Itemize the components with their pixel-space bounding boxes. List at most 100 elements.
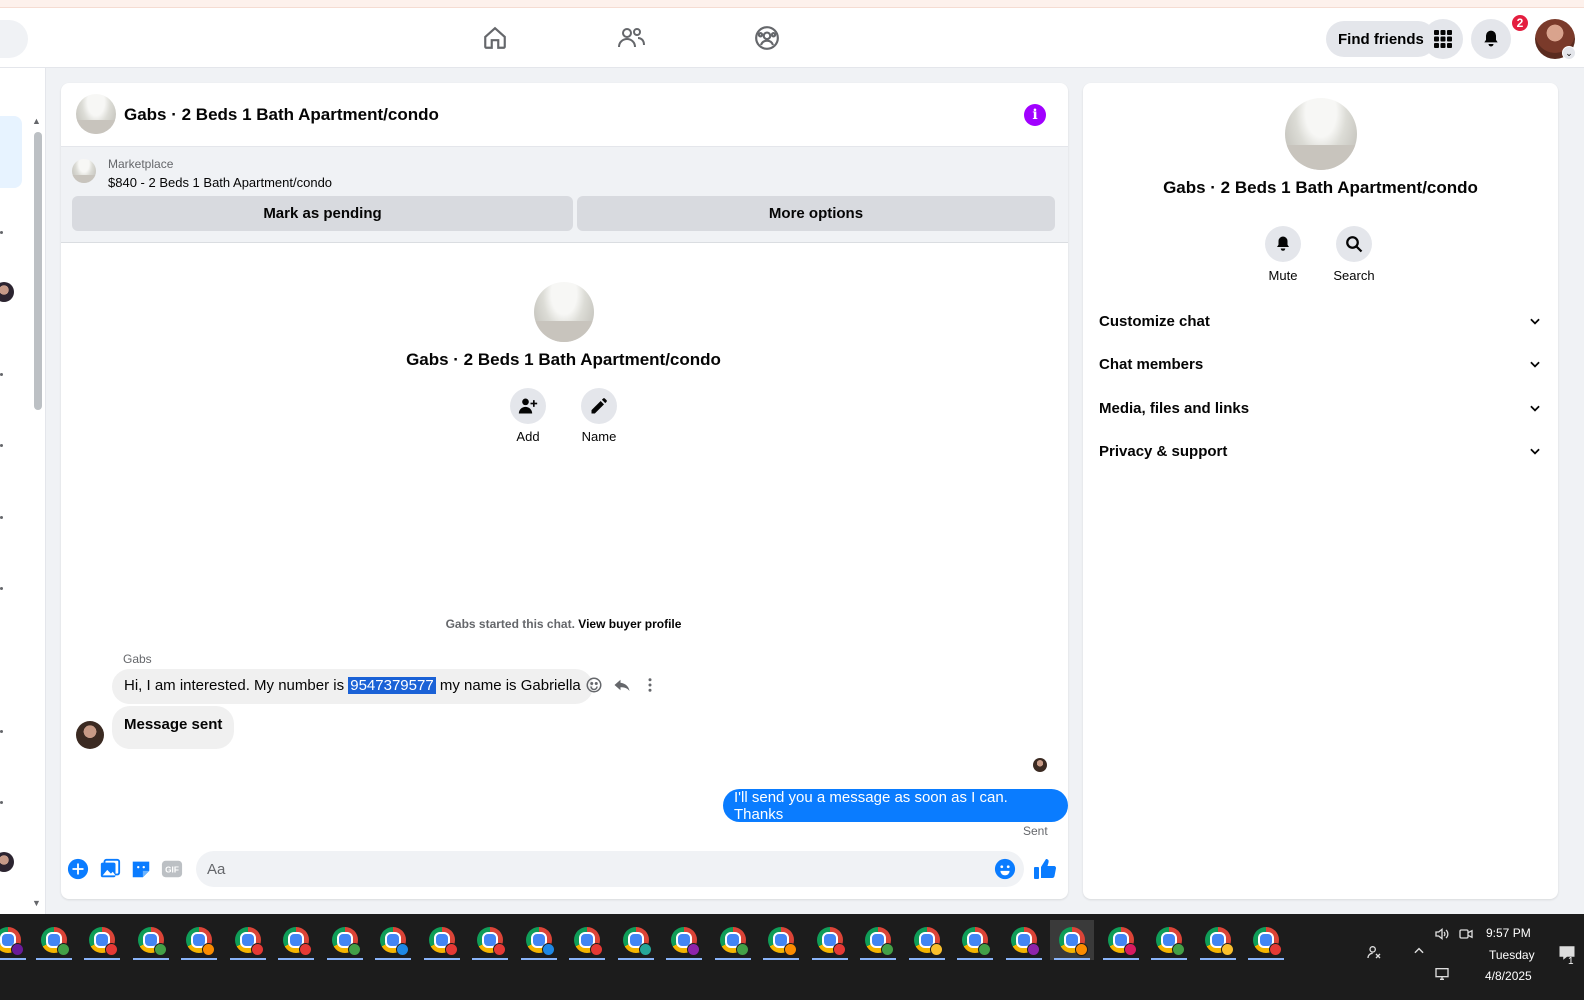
chrome-icon bbox=[332, 927, 361, 956]
menu-grid-icon[interactable] bbox=[1423, 19, 1463, 59]
taskbar-chrome-app[interactable] bbox=[1002, 920, 1046, 960]
running-indicator bbox=[84, 958, 120, 960]
sticker-icon[interactable] bbox=[129, 857, 153, 881]
taskbar-chrome-app[interactable] bbox=[371, 920, 415, 960]
list-item-avatar[interactable] bbox=[0, 852, 14, 872]
photo-icon[interactable] bbox=[98, 857, 122, 881]
search-icon[interactable] bbox=[1336, 226, 1372, 262]
clock-time[interactable]: 9:57 PM bbox=[1486, 926, 1531, 940]
name-button[interactable]: Name bbox=[569, 388, 629, 444]
profile-badge-icon bbox=[251, 943, 264, 956]
started-text: Gabs started this chat. bbox=[445, 617, 575, 631]
taskbar-chrome-app[interactable] bbox=[711, 920, 755, 960]
taskbar-chrome-app[interactable] bbox=[759, 920, 803, 960]
listing-thumbnail[interactable] bbox=[72, 159, 96, 183]
thumbs-up-icon[interactable] bbox=[1033, 857, 1057, 881]
chat-header: Gabs · 2 Beds 1 Bath Apartment/condo i bbox=[61, 83, 1068, 147]
taskbar-chrome-app[interactable] bbox=[808, 920, 852, 960]
more-vertical-icon[interactable] bbox=[641, 676, 659, 694]
people-icon[interactable] bbox=[1366, 944, 1382, 963]
incoming-message[interactable]: Message sent bbox=[112, 706, 235, 749]
taskbar-chrome-app[interactable] bbox=[468, 920, 512, 960]
sidebar-scrollbar[interactable] bbox=[34, 132, 42, 410]
message-input[interactable] bbox=[196, 851, 1024, 887]
taskbar-chrome-app[interactable] bbox=[856, 920, 900, 960]
account-chevron-icon[interactable]: ⌄ bbox=[1562, 46, 1576, 60]
taskbar-chrome-app[interactable] bbox=[662, 920, 706, 960]
groups-icon[interactable] bbox=[751, 22, 783, 54]
scroll-up-arrow-icon[interactable]: ▲ bbox=[32, 116, 41, 126]
listing-title[interactable]: $840 - 2 Beds 1 Bath Apartment/condo bbox=[108, 175, 332, 190]
media-files-links-section[interactable]: Media, files and links bbox=[1099, 390, 1542, 426]
add-button[interactable]: Add bbox=[498, 388, 558, 444]
taskbar-chrome-app[interactable] bbox=[1244, 920, 1288, 960]
view-buyer-profile-link[interactable]: View buyer profile bbox=[578, 617, 681, 631]
selected-phone-number[interactable]: 9547379577 bbox=[348, 677, 436, 694]
taskbar-chrome-app[interactable] bbox=[953, 920, 997, 960]
clock-date[interactable]: 4/8/2025 bbox=[1485, 969, 1532, 983]
clock-day[interactable]: Tuesday bbox=[1489, 948, 1535, 962]
plus-circle-icon[interactable] bbox=[66, 857, 90, 881]
taskbar-chrome-app[interactable] bbox=[177, 920, 221, 960]
taskbar-chrome-app[interactable] bbox=[1050, 920, 1094, 960]
taskbar-chrome-app[interactable] bbox=[274, 920, 318, 960]
reply-icon[interactable] bbox=[613, 676, 631, 694]
intro-avatar bbox=[534, 282, 594, 342]
network-icon[interactable] bbox=[1434, 966, 1450, 985]
gif-icon[interactable]: GIF bbox=[160, 857, 184, 881]
svg-text:GIF: GIF bbox=[165, 866, 179, 875]
home-icon[interactable] bbox=[479, 22, 511, 54]
taskbar-chrome-app[interactable] bbox=[1099, 920, 1143, 960]
profile-badge-icon bbox=[105, 943, 118, 956]
add-person-icon[interactable] bbox=[510, 388, 546, 424]
customize-chat-section[interactable]: Customize chat bbox=[1099, 303, 1542, 339]
taskbar-chrome-app[interactable] bbox=[323, 920, 367, 960]
show-hidden-icons-chevron-icon[interactable] bbox=[1412, 944, 1426, 961]
privacy-support-section[interactable]: Privacy & support bbox=[1099, 433, 1542, 469]
list-item-avatar[interactable] bbox=[0, 282, 14, 302]
friends-icon[interactable] bbox=[615, 22, 647, 54]
taskbar-chrome-app[interactable] bbox=[0, 920, 30, 960]
chat-members-section[interactable]: Chat members bbox=[1099, 346, 1542, 382]
info-icon[interactable]: i bbox=[1024, 104, 1046, 126]
taskbar-chrome-app[interactable] bbox=[614, 920, 658, 960]
more-options-button[interactable]: More options bbox=[577, 196, 1055, 231]
camera-icon[interactable] bbox=[1458, 926, 1474, 945]
emoji-icon[interactable] bbox=[993, 857, 1017, 881]
chat-title[interactable]: Gabs · 2 Beds 1 Bath Apartment/condo bbox=[124, 105, 439, 125]
conversation-panel: Gabs · 2 Beds 1 Bath Apartment/condo i M… bbox=[61, 83, 1068, 899]
info-avatar[interactable] bbox=[1285, 98, 1357, 170]
mute-button[interactable]: Mute bbox=[1251, 226, 1315, 283]
taskbar-chrome-app[interactable] bbox=[420, 920, 464, 960]
chrome-icon bbox=[89, 927, 118, 956]
pencil-icon[interactable] bbox=[581, 388, 617, 424]
taskbar-chrome-app[interactable] bbox=[32, 920, 76, 960]
bell-icon[interactable] bbox=[1265, 226, 1301, 262]
search-box[interactable] bbox=[0, 20, 28, 58]
chrome-icon bbox=[380, 927, 409, 956]
incoming-message[interactable]: Hi, I am interested. My number is 954737… bbox=[112, 669, 593, 704]
mark-as-pending-button[interactable]: Mark as pending bbox=[72, 196, 573, 231]
scroll-down-arrow-icon[interactable]: ▼ bbox=[32, 898, 41, 908]
taskbar-chrome-app[interactable] bbox=[565, 920, 609, 960]
taskbar-chrome-app[interactable] bbox=[905, 920, 949, 960]
taskbar-chrome-app[interactable] bbox=[80, 920, 124, 960]
running-indicator bbox=[1103, 958, 1139, 960]
taskbar-chrome-app[interactable] bbox=[1147, 920, 1191, 960]
volume-icon[interactable] bbox=[1434, 926, 1450, 945]
taskbar-chrome-app[interactable] bbox=[226, 920, 270, 960]
search-button[interactable]: Search bbox=[1322, 226, 1386, 283]
active-chat-item[interactable] bbox=[0, 116, 22, 188]
find-friends-button[interactable]: Find friends bbox=[1326, 21, 1436, 57]
sender-avatar[interactable] bbox=[76, 721, 104, 749]
taskbar-chrome-app[interactable] bbox=[1196, 920, 1240, 960]
outgoing-message[interactable]: I'll send you a message as soon as I can… bbox=[723, 789, 1068, 823]
windows-taskbar: 9:57 PM Tuesday 4/8/2025 1 bbox=[0, 914, 1584, 1000]
profile-badge-icon bbox=[833, 943, 846, 956]
react-emoji-icon[interactable] bbox=[585, 676, 603, 694]
chat-avatar[interactable] bbox=[76, 94, 116, 134]
profile-badge-icon bbox=[11, 943, 24, 956]
notifications-bell-icon[interactable] bbox=[1471, 19, 1511, 59]
taskbar-chrome-app[interactable] bbox=[129, 920, 173, 960]
taskbar-chrome-app[interactable] bbox=[517, 920, 561, 960]
